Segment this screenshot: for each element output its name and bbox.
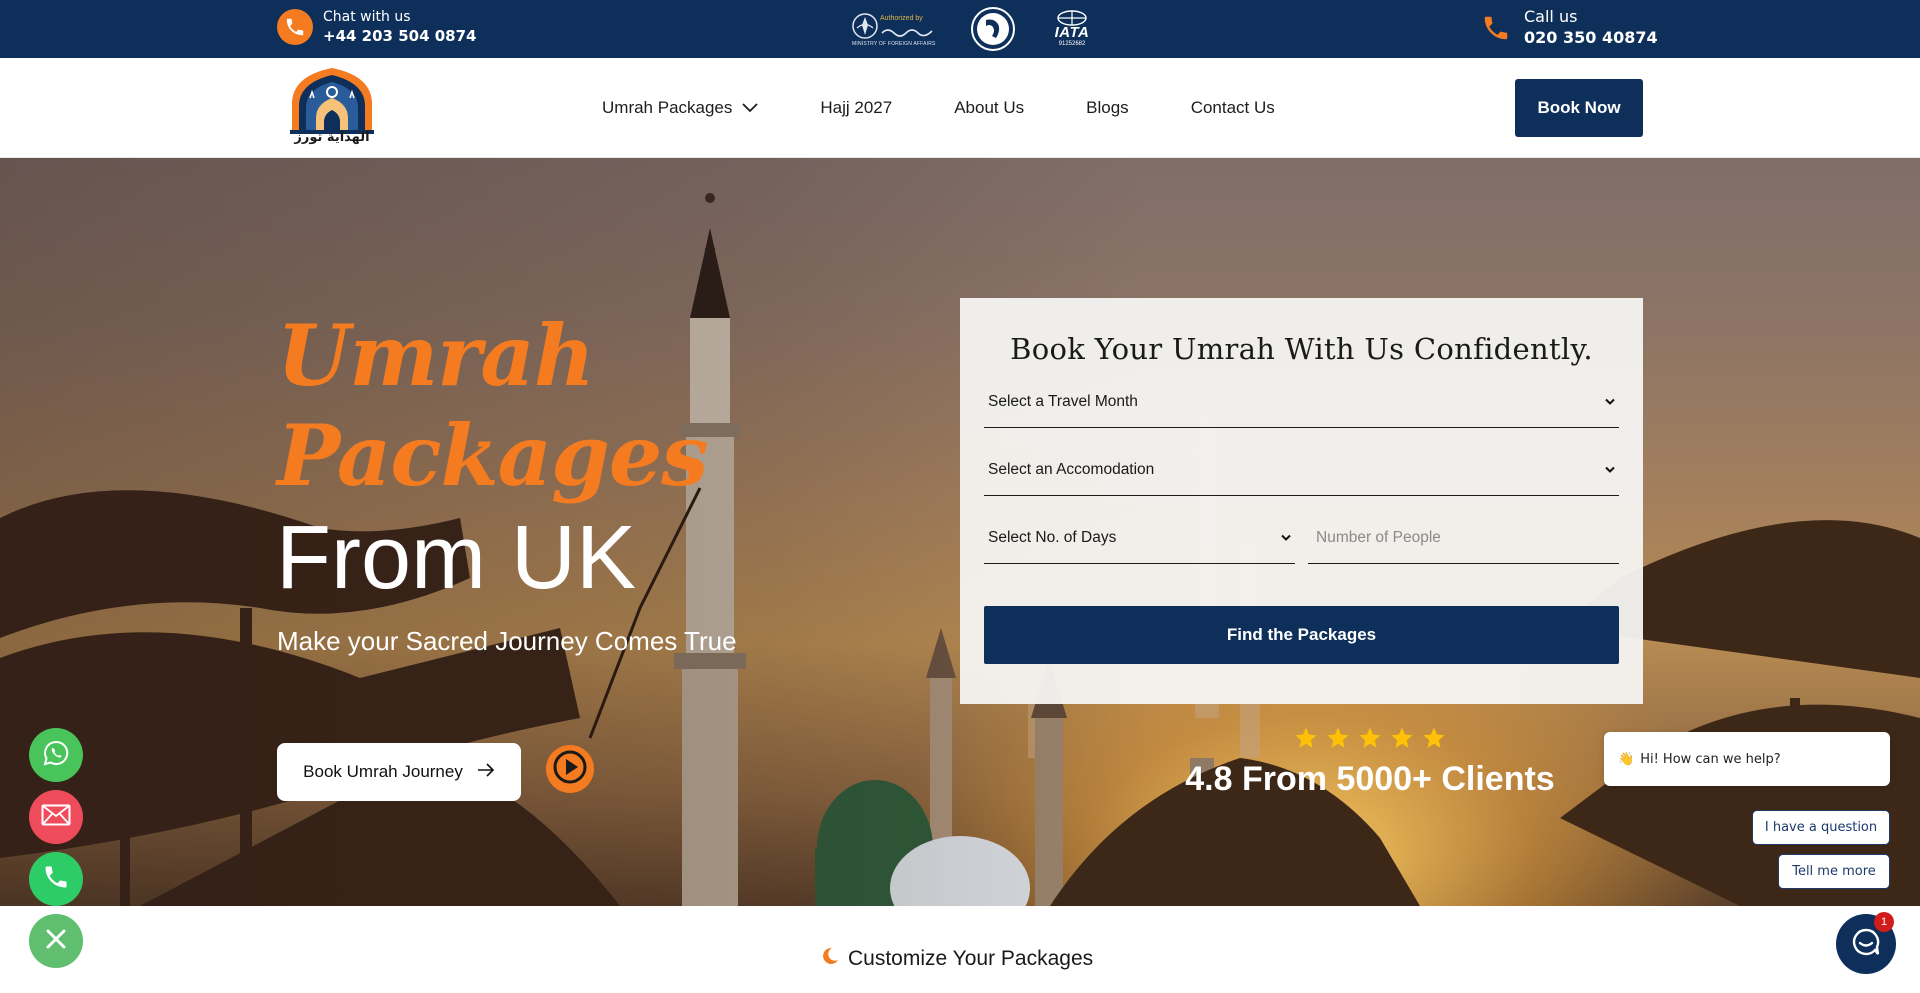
- play-video-button[interactable]: [546, 745, 594, 793]
- book-now-button[interactable]: Book Now: [1515, 79, 1643, 137]
- star-icon: [1423, 727, 1445, 748]
- nav-umrah-packages[interactable]: Umrah Packages: [602, 98, 759, 118]
- hero-title-umrah: Umrah: [277, 306, 595, 405]
- chat-greeting-bubble[interactable]: 👋 Hi! How can we help?: [1604, 732, 1890, 786]
- mofa-authorized-text: Authorized by: [880, 15, 923, 22]
- whatsapp-float-button[interactable]: [29, 728, 83, 782]
- phone-float-button[interactable]: [29, 852, 83, 906]
- book-umrah-journey-label: Book Umrah Journey: [303, 762, 463, 781]
- nav-contact-us[interactable]: Contact Us: [1191, 98, 1275, 118]
- chevron-down-icon: [742, 98, 759, 118]
- nav-links: Umrah Packages Hajj 2027 About Us Blogs …: [602, 58, 1337, 158]
- number-of-people-input[interactable]: [1312, 512, 1615, 563]
- accommodation-value: Select an Accomodation: [988, 460, 1155, 478]
- book-umrah-journey-button[interactable]: Book Umrah Journey: [277, 743, 521, 801]
- booking-form-card: Book Your Umrah With Us Confidently. Sel…: [960, 298, 1643, 704]
- wave-emoji: 👋: [1618, 751, 1635, 767]
- customize-packages-heading: Customize Your Packages: [820, 946, 1093, 972]
- find-packages-button[interactable]: Find the Packages: [984, 606, 1619, 664]
- phone-icon: [42, 863, 70, 895]
- chat-option-question[interactable]: I have a question: [1752, 810, 1890, 845]
- chat-number[interactable]: +44 203 504 0874: [323, 26, 476, 46]
- whatsapp-icon: [277, 9, 313, 45]
- chevron-down-icon: [1605, 393, 1615, 411]
- call-number[interactable]: 020 350 40874: [1524, 27, 1658, 49]
- iata-word: IATA: [1054, 24, 1090, 41]
- chat-greeting-text: Hi! How can we help?: [1640, 751, 1781, 767]
- play-icon: [552, 749, 588, 789]
- nav-blogs[interactable]: Blogs: [1086, 98, 1129, 118]
- top-bar: Chat with us +44 203 504 0874 Authorized…: [0, 0, 1920, 58]
- chat-icon: [1850, 926, 1882, 962]
- days-select[interactable]: Select No. of Days: [984, 512, 1295, 564]
- whatsapp-icon: [41, 738, 71, 772]
- phone-icon: [1478, 10, 1514, 46]
- chat-contact[interactable]: Chat with us +44 203 504 0874: [277, 8, 476, 46]
- customize-packages-title: Customize Your Packages: [848, 947, 1094, 970]
- chat-option-tell-more[interactable]: Tell me more: [1778, 854, 1890, 889]
- accommodation-select[interactable]: Select an Accomodation: [984, 444, 1619, 496]
- arrow-right-icon: [477, 762, 495, 782]
- star-icon: [1359, 727, 1381, 748]
- people-field: [1308, 512, 1619, 564]
- call-contact[interactable]: Call us 020 350 40874: [1478, 7, 1658, 49]
- site-logo[interactable]: الهداية تورز: [280, 64, 384, 154]
- main-navbar: الهداية تورز Umrah Packages Hajj 2027 Ab…: [0, 58, 1920, 158]
- mail-icon: [41, 804, 71, 830]
- close-icon: [45, 928, 67, 954]
- atol-badge: [970, 6, 1016, 52]
- hero-title-from-uk: From UK: [276, 508, 636, 608]
- rating-text: 4.8 From 5000+ Clients: [1185, 760, 1555, 798]
- nav-hajj-2027[interactable]: Hajj 2027: [820, 98, 892, 118]
- nav-umrah-packages-label: Umrah Packages: [602, 98, 733, 117]
- rating-block: 4.8 From 5000+ Clients: [1170, 726, 1570, 799]
- days-value: Select No. of Days: [988, 528, 1117, 546]
- hero-section: Umrah Packages From UK Make your Sacred …: [0, 158, 1920, 906]
- accreditation-badges: Authorized by MINISTRY OF FOREIGN AFFAIR…: [850, 6, 1100, 52]
- mail-float-button[interactable]: [29, 790, 83, 844]
- booking-form-title: Book Your Umrah With Us Confidently.: [1010, 332, 1593, 366]
- call-label: Call us: [1524, 7, 1578, 26]
- nav-about-us[interactable]: About Us: [954, 98, 1024, 118]
- close-float-button[interactable]: [29, 914, 83, 968]
- iata-code: 91252682: [1058, 41, 1086, 47]
- chevron-down-icon: [1281, 529, 1291, 547]
- travel-month-value: Select a Travel Month: [988, 392, 1138, 410]
- chat-label: Chat with us: [323, 9, 411, 25]
- mofa-badge: Authorized by MINISTRY OF FOREIGN AFFAIR…: [850, 7, 942, 51]
- chat-unread-badge: 1: [1874, 912, 1894, 932]
- chevron-down-icon: [1605, 461, 1615, 479]
- star-icon: [1391, 727, 1413, 748]
- travel-month-select[interactable]: Select a Travel Month: [984, 376, 1619, 428]
- crescent-icon: [820, 946, 840, 972]
- logo-arabic-text: الهداية تورز: [294, 130, 370, 145]
- hero-title-packages: Packages: [277, 406, 709, 505]
- hero-subtitle: Make your Sacred Journey Comes True: [277, 626, 737, 656]
- mofa-ministry-text: MINISTRY OF FOREIGN AFFAIRS: [852, 41, 936, 47]
- star-icon: [1295, 727, 1317, 748]
- rating-stars: [1170, 726, 1570, 750]
- iata-badge: IATA 91252682: [1044, 10, 1100, 48]
- star-icon: [1327, 727, 1349, 748]
